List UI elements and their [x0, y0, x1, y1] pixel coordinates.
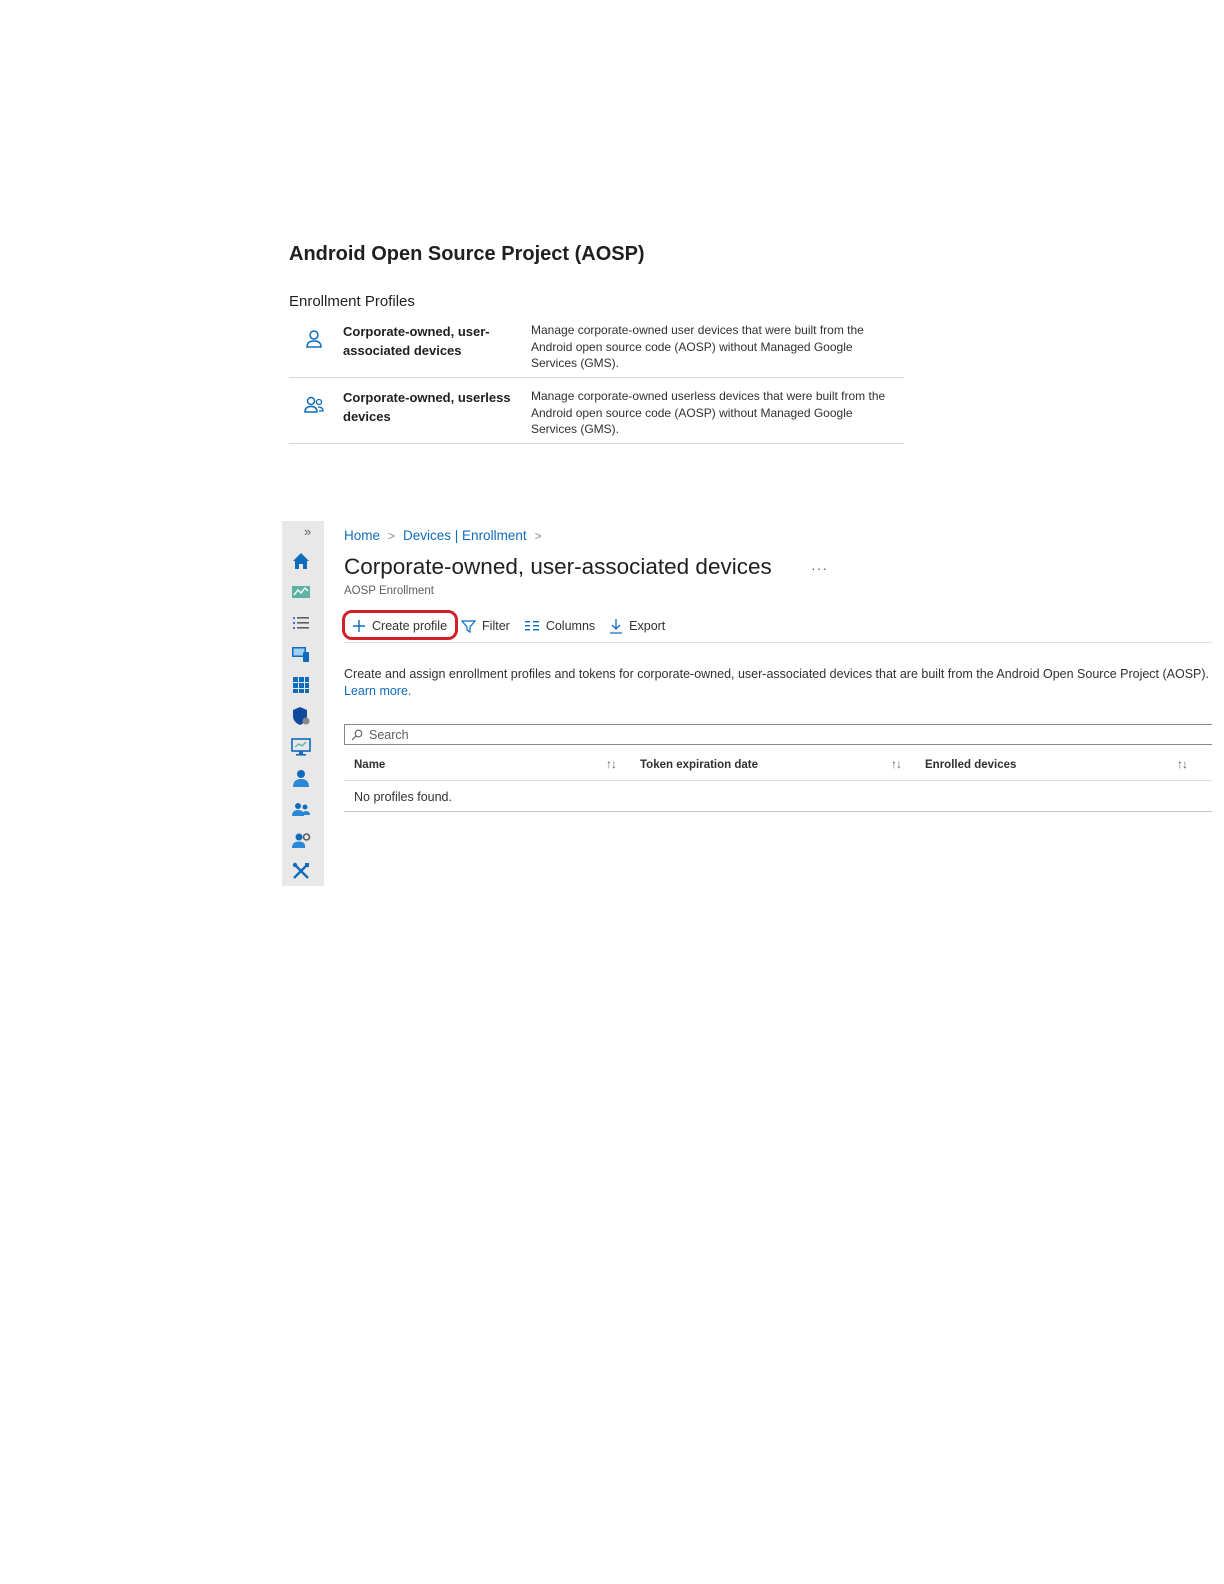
breadcrumb-home-link[interactable]: Home [344, 528, 380, 543]
column-header-enrolled-devices[interactable]: Enrolled devices [925, 759, 1016, 771]
left-nav-rail: » [282, 521, 324, 886]
dashboard-icon[interactable] [291, 582, 311, 602]
profile-description: Manage corporate-owned user devices that… [531, 323, 864, 370]
breadcrumb: Home > Devices | Enrollment > [344, 528, 550, 543]
columns-button[interactable]: Columns [524, 612, 595, 640]
export-button[interactable]: Export [609, 612, 665, 640]
expand-menu-button[interactable]: » [304, 524, 311, 539]
search-placeholder: Search [369, 727, 409, 742]
sort-icon[interactable]: ↑↓ [606, 757, 617, 771]
intro-description: Create and assign enrollment profiles an… [344, 666, 1212, 699]
command-bar: Create profile Filter Columns Export [344, 612, 679, 640]
filter-label: Filter [482, 619, 510, 633]
table-header: Name ↑↓ Token expiration date ↑↓ Enrolle… [344, 753, 1212, 781]
profile-name[interactable]: Corporate-owned, user-associated devices [343, 322, 523, 360]
sort-icon[interactable]: ↑↓ [1177, 757, 1188, 771]
people-icon [303, 394, 325, 416]
groups-icon[interactable] [291, 799, 311, 819]
create-profile-button[interactable]: Create profile [352, 612, 447, 640]
tenant-admin-icon[interactable] [291, 830, 311, 850]
endpoint-security-icon[interactable] [291, 706, 311, 726]
home-icon[interactable] [291, 551, 311, 571]
toolbar-divider [344, 642, 1212, 643]
filter-button[interactable]: Filter [461, 612, 510, 640]
page-title: Corporate-owned, user-associated devices [344, 554, 772, 579]
profile-row-user-associated[interactable]: Corporate-owned, user-associated devices… [289, 318, 904, 378]
profile-description: Manage corporate-owned userless devices … [531, 389, 886, 436]
more-options-button[interactable]: ··· [811, 560, 828, 576]
column-header-token-expiration[interactable]: Token expiration date [640, 759, 758, 771]
empty-state-text: No profiles found. [354, 790, 452, 804]
users-icon[interactable] [291, 768, 311, 788]
plus-icon [353, 620, 365, 632]
devices-icon[interactable] [291, 644, 311, 664]
page-subtitle: AOSP Enrollment [344, 585, 434, 597]
apps-icon[interactable] [291, 675, 311, 695]
profile-name[interactable]: Corporate-owned, userless devices [343, 388, 523, 426]
person-icon [303, 328, 325, 350]
section-title: Android Open Source Project (AOSP) [289, 243, 645, 265]
all-services-icon[interactable] [291, 613, 311, 633]
breadcrumb-separator: > [534, 528, 542, 543]
column-header-name[interactable]: Name [354, 759, 385, 771]
columns-icon [524, 621, 539, 631]
reports-icon[interactable] [291, 737, 311, 757]
search-icon [351, 729, 363, 740]
enrollment-profiles-label: Enrollment Profiles [289, 293, 415, 310]
create-profile-label: Create profile [372, 619, 448, 633]
troubleshooting-icon[interactable] [291, 861, 311, 881]
search-input[interactable]: Search [344, 724, 1212, 745]
sort-icon[interactable]: ↑↓ [891, 757, 902, 771]
export-label: Export [629, 619, 666, 633]
breadcrumb-separator: > [388, 528, 396, 543]
intro-text: Create and assign enrollment profiles an… [344, 667, 1210, 681]
profile-row-userless[interactable]: Corporate-owned, userless devices Manage… [289, 384, 904, 444]
download-icon [610, 619, 623, 634]
breadcrumb-devices-enrollment-link[interactable]: Devices | Enrollment [403, 528, 527, 543]
filter-icon [461, 619, 477, 633]
columns-label: Columns [545, 619, 596, 633]
table-empty-row: No profiles found. [344, 781, 1212, 812]
learn-more-link[interactable]: Learn more. [344, 684, 411, 698]
